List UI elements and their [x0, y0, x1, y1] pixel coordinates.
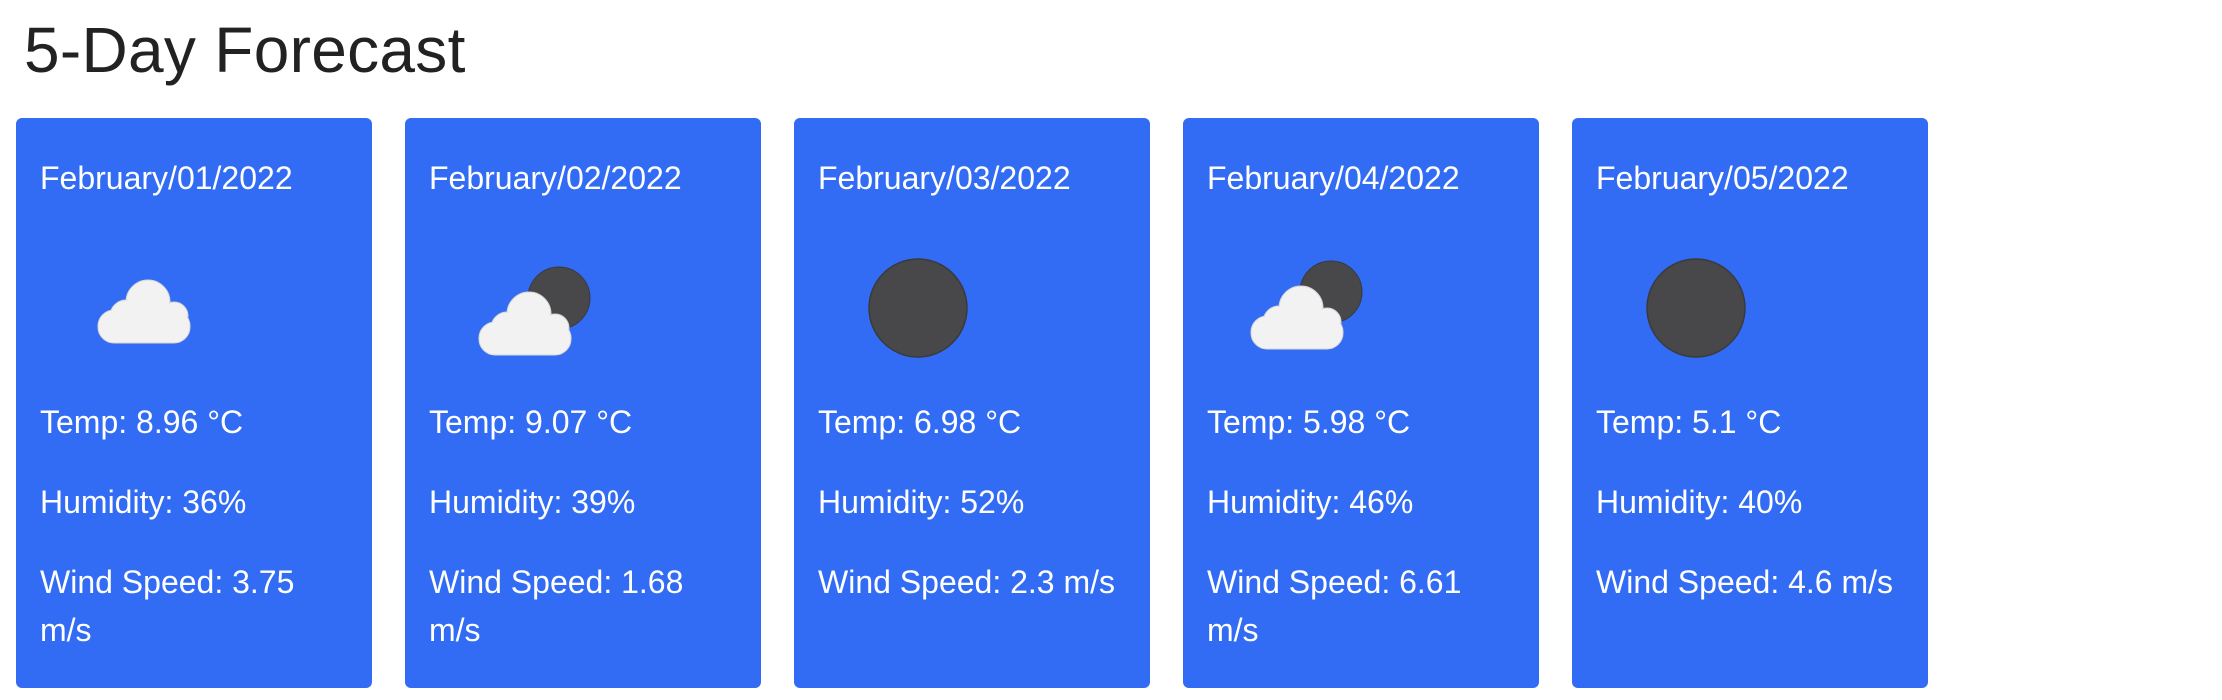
wind-speed-text: Wind Speed: 4.6 m/s — [1596, 564, 1894, 600]
humidity-text: Humidity: 40% — [1596, 484, 1803, 520]
forecast-date: February/02/2022 — [429, 160, 682, 196]
forecast-date: February/03/2022 — [818, 160, 1071, 196]
wind-speed-text: Wind Speed: 3.75 m/s — [40, 564, 295, 648]
cloud-moon-icon — [457, 236, 601, 380]
temperature-text: Temp: 6.98 °C — [818, 404, 1022, 440]
temperature-text: Temp: 9.07 °C — [429, 404, 633, 440]
humidity-text: Humidity: 39% — [429, 484, 636, 520]
page-title: 5-Day Forecast — [24, 14, 466, 86]
temperature-text: Temp: 8.96 °C — [40, 404, 244, 440]
temperature-text: Temp: 5.1 °C — [1596, 404, 1782, 440]
humidity-text: Humidity: 36% — [40, 484, 247, 520]
forecast-date: February/01/2022 — [40, 160, 293, 196]
humidity-text: Humidity: 46% — [1207, 484, 1414, 520]
forecast-cards: February/01/2022 Temp: 8.96 °C Humidity:… — [16, 118, 1928, 688]
forecast-card: February/05/2022 Temp: 5.1 °C Humidity: … — [1572, 118, 1928, 688]
forecast-card: February/03/2022 Temp: 6.98 °C Humidity:… — [794, 118, 1150, 688]
temperature-text: Temp: 5.98 °C — [1207, 404, 1411, 440]
wind-speed-text: Wind Speed: 2.3 m/s — [818, 564, 1116, 600]
cloud-icon — [68, 236, 212, 380]
forecast-card: February/01/2022 Temp: 8.96 °C Humidity:… — [16, 118, 372, 688]
forecast-card: February/04/2022 Temp: 5.98 °C Humidity:… — [1183, 118, 1539, 688]
moon-icon — [846, 236, 990, 380]
forecast-date: February/05/2022 — [1596, 160, 1849, 196]
moon-icon — [1624, 236, 1768, 380]
forecast-date: February/04/2022 — [1207, 160, 1460, 196]
humidity-text: Humidity: 52% — [818, 484, 1025, 520]
forecast-card: February/02/2022 Temp: 9.07 °C Humidity:… — [405, 118, 761, 688]
cloud-moon-icon — [1235, 236, 1379, 380]
wind-speed-text: Wind Speed: 1.68 m/s — [429, 564, 684, 648]
wind-speed-text: Wind Speed: 6.61 m/s — [1207, 564, 1462, 648]
